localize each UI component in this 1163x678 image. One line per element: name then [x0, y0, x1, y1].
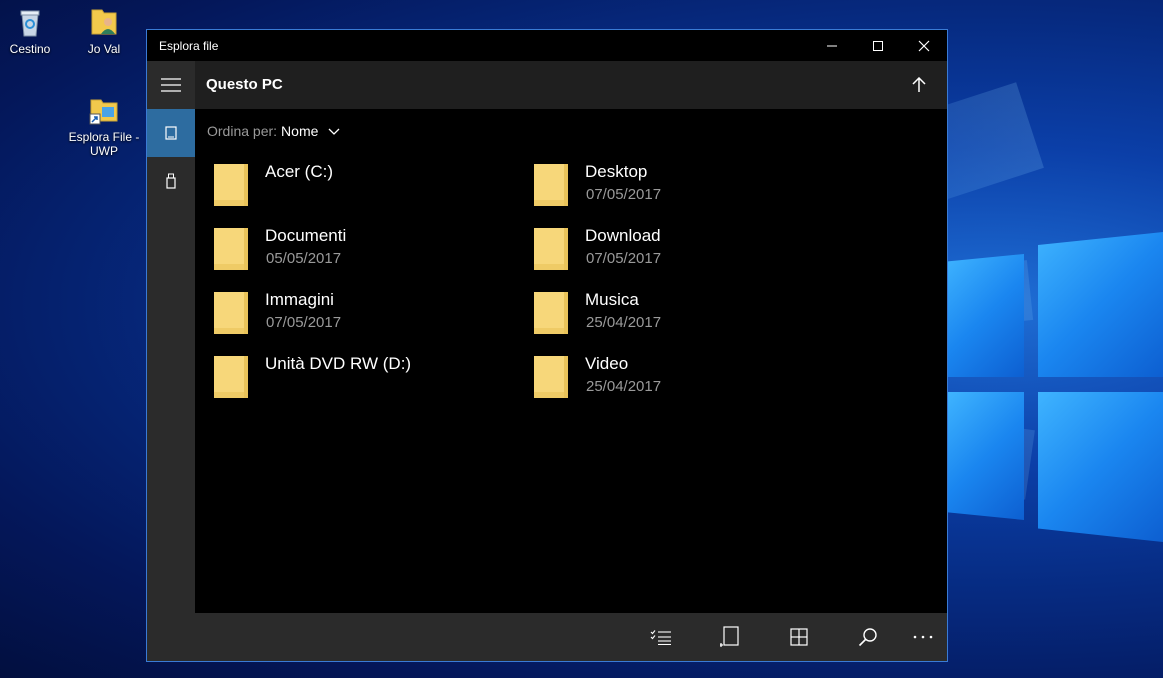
item-date: 25/04/2017: [586, 378, 662, 395]
folder-icon: [534, 164, 568, 206]
page-header: Questo PC: [195, 61, 947, 109]
folder-icon: [214, 292, 248, 334]
arrow-up-icon: [912, 77, 926, 92]
desktop-icon-label: Jo Val: [87, 42, 121, 56]
item-date: 25/04/2017: [586, 314, 662, 331]
hamburger-menu-icon: [161, 78, 181, 92]
desktop-icon-jo-val[interactable]: Jo Val: [68, 6, 140, 56]
item-name: Immagini: [265, 290, 334, 309]
search-button[interactable]: [844, 613, 892, 661]
desktop-icon-label: Esplora File - UWP: [68, 130, 140, 158]
content-area: Ordina per: Nome Acer (C:) Desktop 07/05/…: [195, 109, 947, 613]
usb-drive-icon: [166, 173, 176, 189]
sidebar-item-usb-drive[interactable]: [147, 157, 195, 205]
maximize-icon: [873, 40, 883, 51]
close-icon: [918, 40, 930, 51]
item-date: 07/05/2017: [586, 186, 662, 203]
close-button[interactable]: [901, 30, 947, 61]
hamburger-menu-button[interactable]: [147, 61, 195, 109]
folder-icon: [534, 228, 568, 270]
select-list-icon: [650, 630, 671, 645]
chevron-down-icon: [328, 128, 340, 135]
maximize-button[interactable]: [855, 30, 901, 61]
view-toggle-button[interactable]: [775, 613, 823, 661]
item-name: Video: [585, 354, 629, 373]
sort-value: Nome: [281, 123, 319, 139]
item-date: 07/05/2017: [266, 314, 342, 331]
title-bar: Esplora file: [147, 30, 947, 61]
more-icon: [913, 635, 933, 639]
navigation-sidebar: [147, 61, 195, 661]
grid-view-icon: [790, 628, 808, 646]
more-button[interactable]: [899, 613, 947, 661]
file-item-unita-dvd-rw-d[interactable]: Unità DVD RW (D:): [206, 352, 506, 408]
new-item-button[interactable]: [706, 613, 754, 661]
minimize-icon: [827, 45, 837, 46]
folder-icon: [214, 164, 248, 206]
folder-shortcut-icon: [88, 94, 120, 126]
minimize-button[interactable]: [809, 30, 855, 61]
file-item-musica[interactable]: Musica 25/04/2017: [526, 288, 826, 344]
navigate-up-button[interactable]: [907, 73, 931, 97]
file-item-desktop[interactable]: Desktop 07/05/2017: [526, 160, 826, 216]
sidebar-item-questo-pc[interactable]: [147, 109, 195, 157]
item-name: Acer (C:): [265, 162, 333, 181]
file-explorer-window: Esplora file Questo PC Ordina per: Nome …: [146, 29, 948, 662]
page-title: Questo PC: [206, 76, 283, 93]
device-icon: [165, 126, 177, 140]
folder-icon: [214, 356, 248, 398]
search-icon: [858, 628, 877, 647]
file-item-acer-c[interactable]: Acer (C:): [206, 160, 506, 216]
desktop-icon-label: Cestino: [9, 42, 51, 56]
item-name: Download: [585, 226, 661, 245]
item-name: Musica: [585, 290, 639, 309]
item-name: Desktop: [585, 162, 648, 181]
command-bar: [195, 613, 947, 661]
item-name: Unità DVD RW (D:): [265, 354, 412, 373]
window-title: Esplora file: [159, 39, 219, 53]
sort-label: Ordina per:: [207, 123, 278, 139]
desktop-icon-esplora-file-uwp[interactable]: Esplora File - UWP: [68, 94, 140, 158]
file-item-download[interactable]: Download 07/05/2017: [526, 224, 826, 280]
folder-icon: [214, 228, 248, 270]
recycle-bin-icon: [14, 6, 46, 38]
item-date: 07/05/2017: [586, 250, 662, 267]
folder-icon: [534, 356, 568, 398]
file-item-immagini[interactable]: Immagini 07/05/2017: [206, 288, 506, 344]
item-date: 05/05/2017: [266, 250, 342, 267]
item-name: Documenti: [265, 226, 347, 245]
sort-dropdown[interactable]: Ordina per: Nome: [207, 123, 340, 139]
desktop-icon-cestino[interactable]: Cestino: [0, 6, 66, 56]
select-button[interactable]: [637, 613, 685, 661]
new-item-icon: [720, 626, 739, 647]
file-item-documenti[interactable]: Documenti 05/05/2017: [206, 224, 506, 280]
user-folder-icon: [88, 6, 120, 38]
file-item-video[interactable]: Video 25/04/2017: [526, 352, 826, 408]
folder-icon: [534, 292, 568, 334]
